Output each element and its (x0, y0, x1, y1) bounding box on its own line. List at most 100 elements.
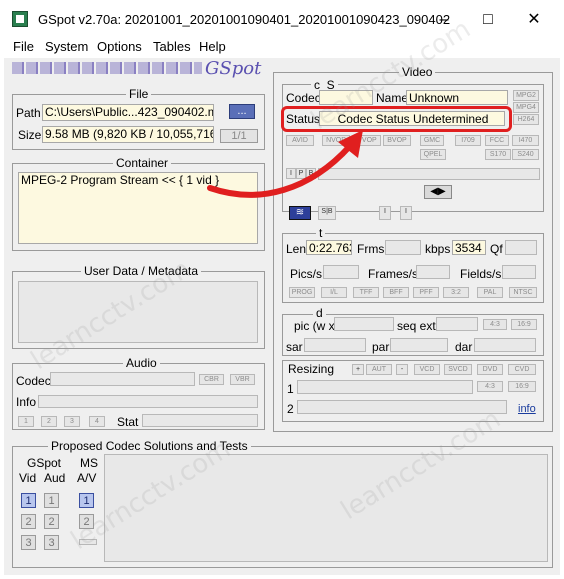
aud-solution-2[interactable]: 2 (44, 514, 59, 529)
length-field: 0:22.763 (306, 240, 352, 255)
resize-row-1-label: 1 (287, 382, 294, 396)
timing-subgroup-label: t (316, 226, 326, 240)
aud-solution-3[interactable]: 3 (44, 535, 59, 550)
gspot-column-label: GSpot (27, 456, 62, 470)
frames-per-sec-label: Frames/s (368, 267, 419, 281)
menu-file[interactable]: File (13, 39, 34, 54)
info-link[interactable]: info (518, 403, 536, 415)
flag-pff: PFF (413, 287, 439, 298)
flag-bff: BFF (383, 287, 409, 298)
container-group-label: Container (113, 156, 172, 170)
aud-column-label: Aud (44, 471, 66, 485)
seq-ext-field (436, 317, 478, 331)
menu-options[interactable]: Options (97, 39, 142, 54)
audio-stat-field (142, 414, 258, 427)
resize-dvd-button[interactable]: DVD (477, 364, 503, 375)
av-column-label: A/V (77, 471, 97, 485)
flag-32: 3:2 (443, 287, 469, 298)
vid-column-label: Vid (19, 471, 37, 485)
cbr-flag: CBR (199, 374, 224, 385)
aspect-4-3: 4:3 (483, 319, 507, 330)
resize-plus-button[interactable]: + (352, 364, 364, 375)
close-button[interactable]: ✕ (514, 6, 554, 34)
flag-i709: I709 (455, 135, 481, 146)
frames-count-field (385, 240, 421, 255)
flag-fcc: FCC (485, 135, 509, 146)
pics-per-sec-label: Pics/s (290, 267, 323, 281)
dimensions-subgroup-label: d (313, 306, 326, 320)
flag-gmc: GMC (420, 135, 444, 146)
window-title: GSpot v2.70a: 20201001_20201001090401_20… (38, 12, 451, 27)
dar-field (474, 338, 536, 352)
menu-help[interactable]: Help (199, 39, 226, 54)
path-field[interactable]: C:\Users\Public...423_090402.mp4 (42, 104, 214, 121)
audio-info-label: Info (16, 395, 37, 409)
resizing-label: Resizing (288, 362, 335, 376)
audio-stream-1[interactable]: 1 (18, 416, 34, 427)
aud-solution-1[interactable]: 1 (44, 493, 59, 508)
resize-cvd-button[interactable]: CVD (508, 364, 536, 375)
kbps-field: 3534 (452, 240, 486, 255)
par-label: par (372, 340, 390, 354)
browse-button[interactable]: ... (229, 104, 255, 119)
flag-il: I/L (321, 287, 347, 298)
pic-field (334, 317, 394, 331)
audio-codec-label: Codec (16, 374, 51, 388)
qf-field (505, 240, 537, 255)
flag-mpg4: MPG4 (513, 102, 539, 113)
fields-per-sec-field (502, 265, 536, 279)
flag-qpel: QPEL (420, 149, 446, 160)
flag-prog: PROG (289, 287, 315, 298)
audio-info-field (38, 395, 258, 408)
swap-arrows-icon[interactable]: ◀▶ (424, 185, 452, 199)
pic-label: pic (w x (294, 319, 335, 333)
audio-group-label: Audio (123, 356, 160, 370)
flag-bvop: BVOP (383, 135, 411, 146)
seq-ext-label: seq ext (397, 319, 436, 333)
flag-tff: TFF (353, 287, 379, 298)
audio-stream-2[interactable]: 2 (41, 416, 57, 427)
kbps-label: kbps (425, 242, 451, 256)
path-label: Path (16, 106, 41, 120)
ms-solution-1[interactable]: 1 (79, 493, 94, 508)
frames-count-label: Frms (357, 242, 385, 256)
qf-label: Qf (490, 242, 503, 256)
gspot-logo: GSpot (205, 58, 262, 79)
flag-ntsc: NTSC (509, 287, 537, 298)
audio-stream-3[interactable]: 3 (64, 416, 80, 427)
menu-tables[interactable]: Tables (153, 39, 191, 54)
logo-stripe (12, 62, 202, 74)
flag-i470: I470 (512, 135, 539, 146)
vid-solution-2[interactable]: 2 (21, 514, 36, 529)
size-field: 9.58 MB (9,820 KB / 10,055,716 byt (42, 126, 214, 143)
resize-minus-button[interactable]: - (396, 364, 408, 375)
par-field (390, 338, 448, 352)
resize-aspect-4-3: 4:3 (477, 381, 503, 392)
dar-label: dar (455, 340, 473, 354)
ms-column-label: MS (80, 456, 98, 470)
maximize-button[interactable]: □ (468, 6, 508, 34)
mark-out-button[interactable]: I (400, 206, 412, 220)
vbr-flag: VBR (230, 374, 255, 385)
sar-label: sar (286, 340, 303, 354)
flag-s170: S170 (485, 149, 511, 160)
vid-solution-3[interactable]: 3 (21, 535, 36, 550)
resize-aspect-16-9: 16:9 (508, 381, 536, 392)
flag-s240: S240 (512, 149, 539, 160)
audio-stream-4[interactable]: 4 (89, 416, 105, 427)
audio-stat-label: Stat (117, 415, 139, 429)
resize-row-1-field (297, 380, 473, 394)
aspect-16-9: 16:9 (511, 319, 537, 330)
vid-solution-1[interactable]: 1 (21, 493, 36, 508)
pics-per-sec-field (323, 265, 359, 279)
flag-h264: H264 (513, 114, 539, 125)
resize-auto-button[interactable]: AUT (366, 364, 392, 375)
mark-in-button[interactable]: I (379, 206, 391, 220)
flag-pal: PAL (477, 287, 503, 298)
app-icon (12, 11, 28, 27)
frames-per-sec-field (416, 265, 450, 279)
menu-system[interactable]: System (45, 39, 88, 54)
sar-field (304, 338, 366, 352)
resize-vcd-button[interactable]: VCD (414, 364, 440, 375)
resize-svcd-button[interactable]: SVCD (444, 364, 472, 375)
